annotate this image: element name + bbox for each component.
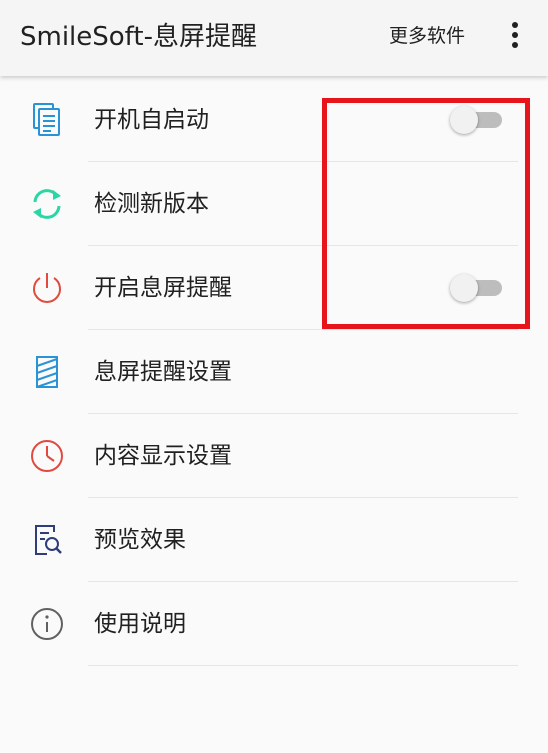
more-software-button[interactable]: 更多软件	[389, 20, 465, 52]
setting-content-display[interactable]: 内容显示设置	[0, 414, 548, 498]
setting-label: 检测新版本	[94, 191, 209, 217]
settings-list: 开机自启动 检测新版本 开启息屏提醒 息屏提醒设置 内容显示设置 预览效果 使用…	[0, 78, 548, 666]
setting-label: 息屏提醒设置	[94, 359, 232, 385]
divider	[88, 665, 518, 666]
setting-label: 预览效果	[94, 527, 186, 553]
setting-instructions[interactable]: 使用说明	[0, 582, 548, 666]
setting-reminder-settings[interactable]: 息屏提醒设置	[0, 330, 548, 414]
app-title: SmileSoft-息屏提醒	[20, 22, 257, 52]
setting-enable-reminder[interactable]: 开启息屏提醒	[0, 246, 548, 330]
setting-label: 开机自启动	[94, 107, 209, 133]
sync-icon	[27, 184, 67, 224]
setting-preview[interactable]: 预览效果	[0, 498, 548, 582]
app-bar: SmileSoft-息屏提醒 更多软件	[0, 0, 548, 76]
setting-check-update[interactable]: 检测新版本	[0, 162, 548, 246]
info-icon	[27, 604, 67, 644]
more-vert-icon[interactable]	[502, 18, 528, 52]
setting-label: 内容显示设置	[94, 443, 232, 469]
striped-panel-icon	[27, 352, 67, 392]
clock-icon	[27, 436, 67, 476]
document-search-icon	[27, 520, 67, 560]
setting-auto-start[interactable]: 开机自启动	[0, 78, 548, 162]
switch-thumb	[450, 274, 478, 302]
enable-reminder-switch[interactable]	[450, 274, 502, 302]
setting-label: 开启息屏提醒	[94, 275, 232, 301]
auto-start-switch[interactable]	[450, 106, 502, 134]
document-list-icon	[27, 100, 67, 140]
setting-label: 使用说明	[94, 611, 186, 637]
switch-thumb	[450, 106, 478, 134]
power-icon	[27, 268, 67, 308]
